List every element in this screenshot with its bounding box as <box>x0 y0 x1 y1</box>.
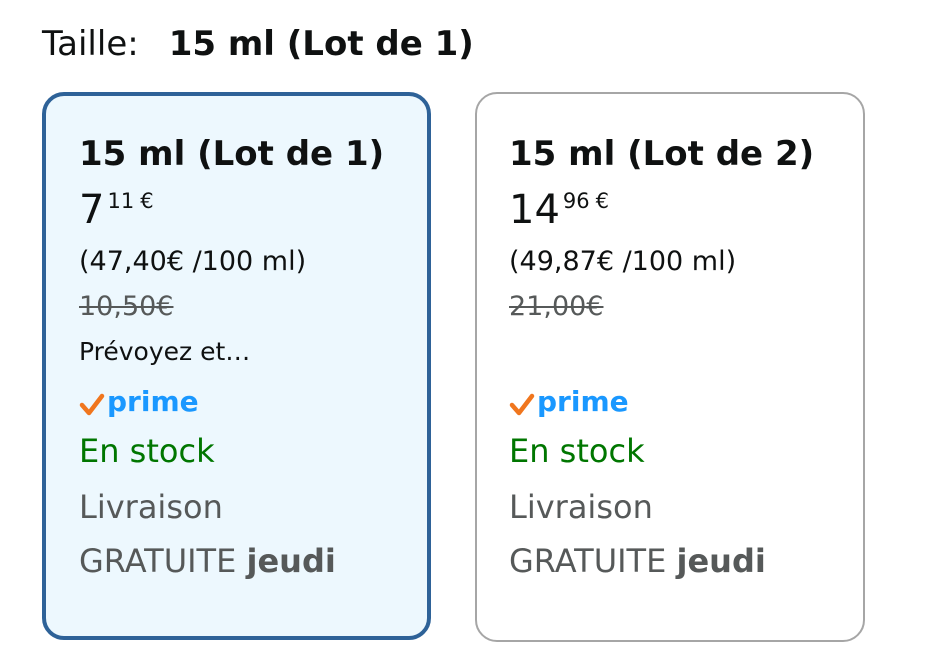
unit-price: (49,87€ /100 ml) <box>509 246 737 277</box>
delivery-free: GRATUITE <box>509 542 667 580</box>
delivery-line-1: Livraison <box>79 488 223 526</box>
size-option-lot-2[interactable]: 15 ml (Lot de 2) 14 96 € (49,87€ /100 ml… <box>475 92 865 642</box>
price-fraction: 11 <box>107 189 135 213</box>
checkmark-icon <box>79 393 105 416</box>
unit-price: (47,40€ /100 ml) <box>79 246 307 277</box>
list-price: 10,50€ <box>79 291 174 322</box>
delivery-day: jeudi <box>676 542 766 580</box>
delivery-day: jeudi <box>246 542 336 580</box>
delivery-line-2: GRATUITE jeudi <box>509 534 863 588</box>
checkmark-icon <box>509 393 535 416</box>
stock-status: En stock <box>79 432 215 470</box>
prime-label: prime <box>537 385 629 418</box>
size-selector-header: Taille: 15 ml (Lot de 1) <box>42 16 474 72</box>
option-title: 15 ml (Lot de 2) <box>509 134 815 174</box>
price-fraction: 96 <box>562 189 590 213</box>
price-whole: 14 <box>509 187 560 233</box>
price-whole: 7 <box>79 187 105 233</box>
option-price: 7 11 € <box>79 186 427 236</box>
option-price: 14 96 € <box>509 186 863 236</box>
option-title: 15 ml (Lot de 1) <box>79 134 385 174</box>
delivery-line-1: Livraison <box>509 488 653 526</box>
selected-size-value: 15 ml (Lot de 1) <box>168 24 474 64</box>
delivery-info: Livraison GRATUITE jeudi <box>79 480 427 588</box>
price-currency: € <box>140 189 154 213</box>
size-option-lot-1[interactable]: 15 ml (Lot de 1) 7 11 € (47,40€ /100 ml)… <box>42 92 431 640</box>
delivery-free: GRATUITE <box>79 542 237 580</box>
list-price: 21,00€ <box>509 291 604 322</box>
promo-text: Prévoyez et… <box>79 337 251 366</box>
size-label: Taille: <box>42 24 139 64</box>
price-currency: € <box>595 189 610 213</box>
prime-badge: prime <box>509 382 863 422</box>
stock-status: En stock <box>509 432 645 470</box>
delivery-info: Livraison GRATUITE jeudi <box>509 480 863 588</box>
delivery-line-2: GRATUITE jeudi <box>79 534 427 588</box>
prime-label: prime <box>107 385 199 418</box>
prime-badge: prime <box>79 382 427 422</box>
